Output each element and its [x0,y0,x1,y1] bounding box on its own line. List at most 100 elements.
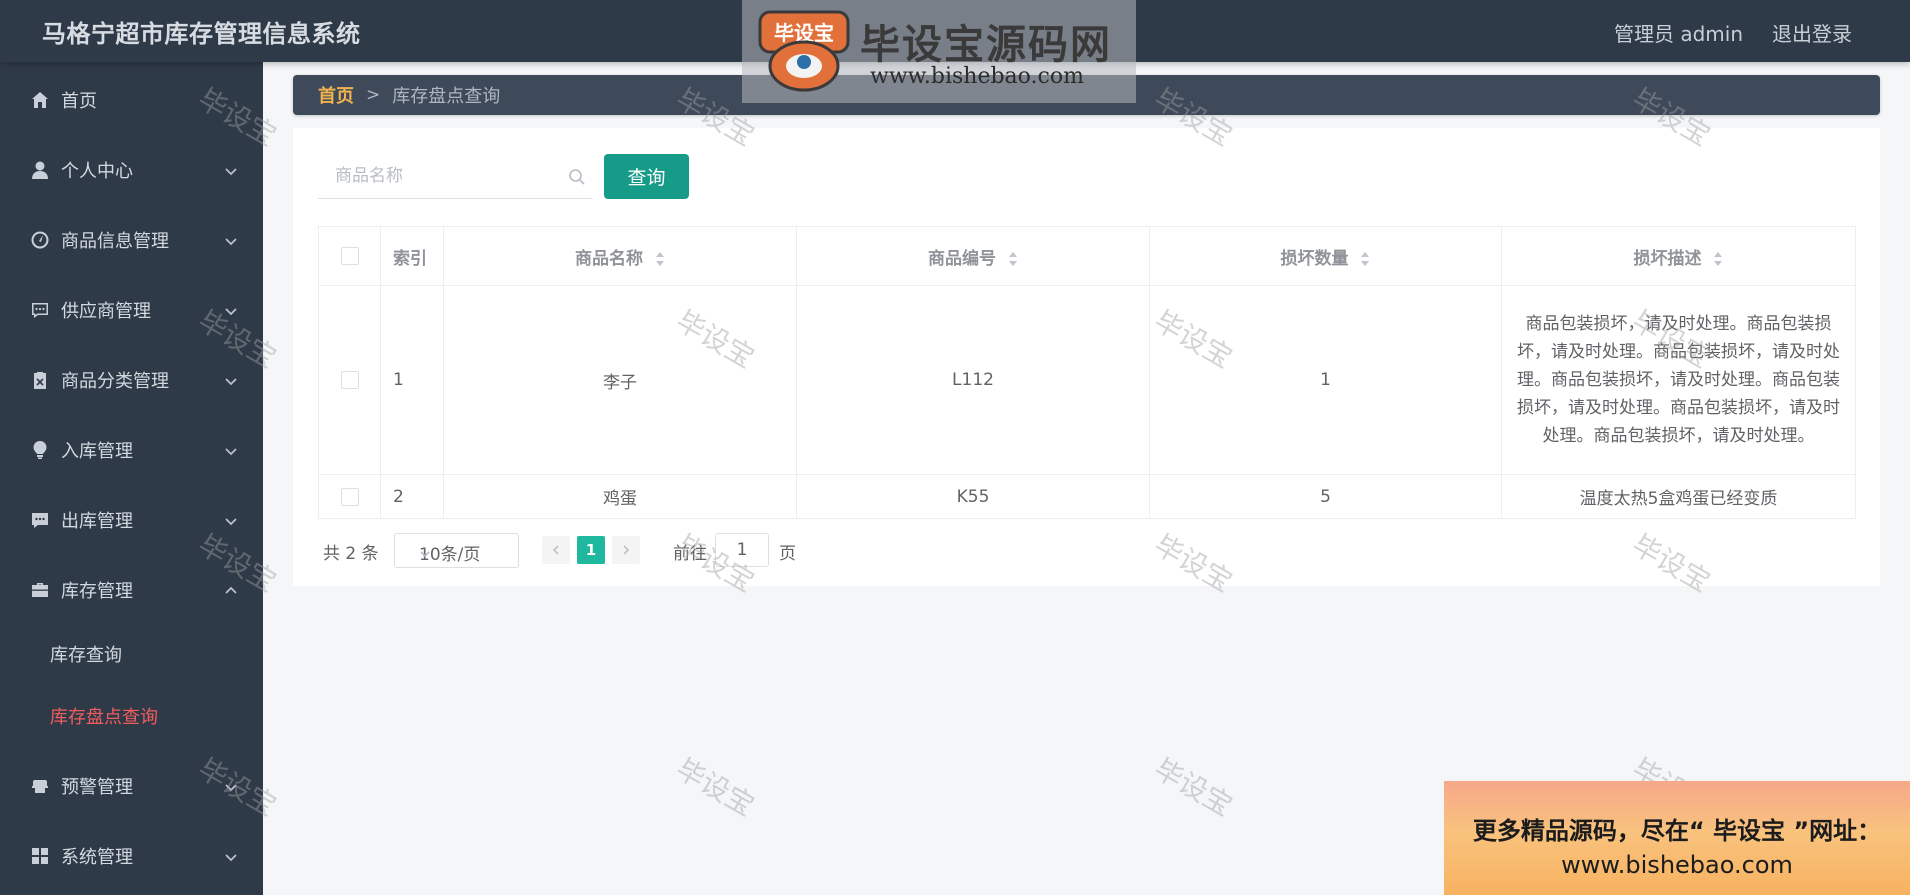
page-size-select[interactable]: 10条/页 [394,533,519,568]
sidebar-item-label: 个人中心 [61,161,133,182]
row-select-cell [318,474,381,519]
search-field [318,155,592,199]
sidebar-item-label: 系统管理 [61,847,133,868]
sidebar-item-label: 商品分类管理 [61,371,169,392]
message-icon [29,509,51,531]
select-all-checkbox[interactable] [340,247,359,265]
cell-index: 2 [380,474,444,519]
sidebar-item-outbound[interactable]: 出库管理 [0,492,263,548]
logo-watermark: 毕设宝 毕设宝源码网 www.bishebao.com [742,0,1136,103]
promo-line-1: 更多精品源码，尽在“ 毕设宝 ”网址： [1472,817,1882,845]
sort-icon[interactable] [655,250,665,268]
sidebar-item-label: 商品信息管理 [61,231,169,252]
grid-icon [29,845,51,867]
next-page-button[interactable] [612,536,640,564]
chevron-down-icon [224,779,238,793]
sidebar-item-label: 入库管理 [61,441,133,462]
pagination: 共 2 条 10条/页 1 前往 页 [323,533,923,568]
table-row[interactable]: 1 李子 L112 1 商品包装损坏，请及时处理。商品包装损坏，请及时处理。商品… [318,285,1856,475]
sort-icon[interactable] [1008,250,1018,268]
query-button[interactable]: 查询 [604,154,689,199]
table-header-row: 索引 商品名称 商品编号 损坏数量 损坏描述 [318,226,1856,286]
sidebar-item-warning[interactable]: 预警管理 [0,758,263,814]
sidebar-item-label: 首页 [61,91,97,112]
watermark-text: 毕设宝 [670,752,760,823]
page-number-current[interactable]: 1 [577,536,605,564]
promo-line-2: www.bishebao.com [1561,851,1793,879]
row-select-cell [318,285,381,475]
sidebar: 首页 个人中心 商品信息管理 供应商管理 商品分类管理 入库管理 出库管理 库存… [0,62,263,895]
chevron-up-icon [224,583,238,597]
briefcase-icon [29,579,51,601]
select-all-cell [318,226,381,286]
column-header-damage-description[interactable]: 损坏描述 [1501,226,1856,286]
chat-icon [29,299,51,321]
chevron-down-icon [419,545,431,558]
chevron-down-icon [224,233,238,247]
sidebar-item-product-info[interactable]: 商品信息管理 [0,212,263,268]
inventory-check-table: 索引 商品名称 商品编号 损坏数量 损坏描述 1 李子 L112 1 商品包装损… [318,226,1856,519]
sidebar-item-category[interactable]: 商品分类管理 [0,352,263,408]
prev-page-button[interactable] [542,536,570,564]
logo-url: www.bishebao.com [870,64,1084,89]
column-header-product-name[interactable]: 商品名称 [443,226,797,286]
watermark-text: 毕设宝 [1148,752,1238,823]
printer-icon [29,775,51,797]
sidebar-item-label: 出库管理 [61,511,133,532]
app-title: 马格宁超市库存管理信息系统 [42,20,361,48]
submenu-item-inventory-check[interactable]: 库存盘点查询 [0,688,263,744]
sidebar-item-label: 预警管理 [61,777,133,798]
sidebar-item-label: 供应商管理 [61,301,151,322]
logo-badge-icon: 毕设宝 [758,10,850,92]
table-row[interactable]: 2 鸡蛋 K55 5 温度太热5盒鸡蛋已经变质 [318,474,1856,519]
sidebar-item-home[interactable]: 首页 [0,72,263,128]
chevron-down-icon [224,849,238,863]
user-icon [29,159,51,181]
breadcrumb-separator: > [366,85,381,105]
cell-product-code: L112 [796,285,1150,475]
submenu-item-inventory-query[interactable]: 库存查询 [0,626,263,682]
column-header-index: 索引 [380,226,444,286]
column-header-product-code[interactable]: 商品编号 [796,226,1150,286]
cell-damage-description: 温度太热5盒鸡蛋已经变质 [1501,474,1856,519]
sidebar-item-supplier[interactable]: 供应商管理 [0,282,263,338]
logo-title: 毕设宝源码网 [860,22,1112,68]
chevron-down-icon [224,513,238,527]
column-header-label: 商品编号 [928,248,997,269]
row-checkbox[interactable] [340,371,359,389]
page-unit-label: 页 [779,544,796,564]
bulb-icon [29,439,51,461]
sidebar-item-inventory[interactable]: 库存管理 [0,562,263,618]
sidebar-item-inbound[interactable]: 入库管理 [0,422,263,478]
goto-label: 前往 [673,544,707,564]
goto-page-input[interactable] [715,533,769,567]
cell-damage-quantity: 5 [1149,474,1502,519]
sidebar-item-system[interactable]: 系统管理 [0,828,263,884]
main-panel: 查询 索引 商品名称 商品编号 损坏数量 [293,128,1880,586]
cell-damage-quantity: 1 [1149,285,1502,475]
sidebar-item-label: 库存管理 [61,581,133,602]
search-icon[interactable] [568,168,586,186]
chevron-down-icon [224,373,238,387]
breadcrumb-home-link[interactable]: 首页 [318,82,354,108]
sort-icon[interactable] [1713,250,1723,268]
home-icon [29,89,51,111]
logout-link[interactable]: 退出登录 [1772,18,1852,47]
sidebar-item-personal-center[interactable]: 个人中心 [0,142,263,198]
row-checkbox[interactable] [340,487,359,506]
chevron-down-icon [224,443,238,457]
admin-username: 管理员 admin [1614,22,1744,46]
cell-product-name: 李子 [443,285,797,475]
column-header-damage-quantity[interactable]: 损坏数量 [1149,226,1502,286]
submenu-item-label: 库存查询 [50,645,122,666]
sort-icon[interactable] [1360,250,1370,268]
cell-product-name: 鸡蛋 [443,474,797,519]
chevron-down-icon [224,163,238,177]
cell-product-code: K55 [796,474,1150,519]
clipboard-icon [29,369,51,391]
breadcrumb-current: 库存盘点查询 [392,86,501,107]
column-header-label: 损坏数量 [1280,248,1349,269]
product-name-search-input[interactable] [318,155,558,197]
column-header-label: 损坏描述 [1633,248,1702,269]
gauge-icon [29,229,51,251]
